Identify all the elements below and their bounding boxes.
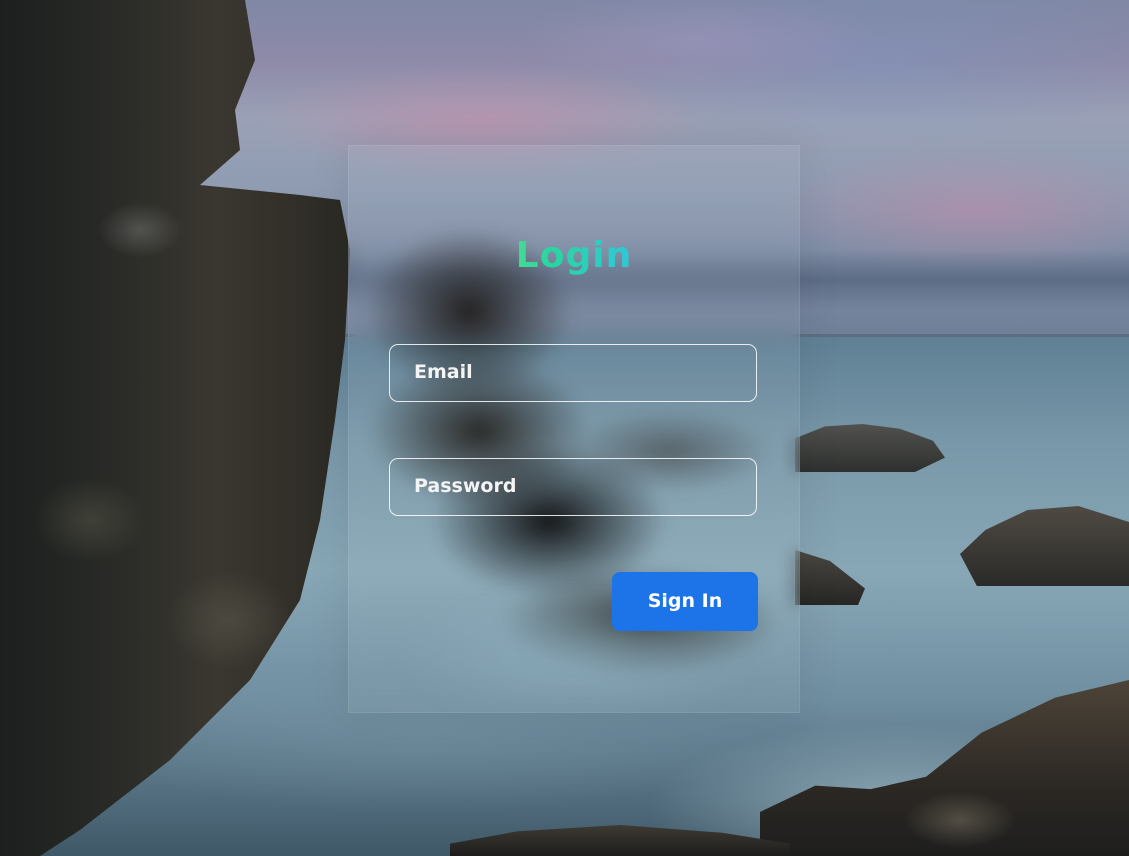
password-placeholder: Password xyxy=(414,475,517,497)
login-title: Login xyxy=(349,234,799,278)
password-field[interactable]: Password xyxy=(389,458,757,516)
sign-in-button[interactable]: Sign In xyxy=(612,572,758,631)
login-card: Login Email Password Sign In xyxy=(348,145,800,713)
email-field[interactable]: Email xyxy=(389,344,757,402)
email-placeholder: Email xyxy=(414,361,473,383)
page: Login Email Password Sign In xyxy=(0,0,1129,856)
